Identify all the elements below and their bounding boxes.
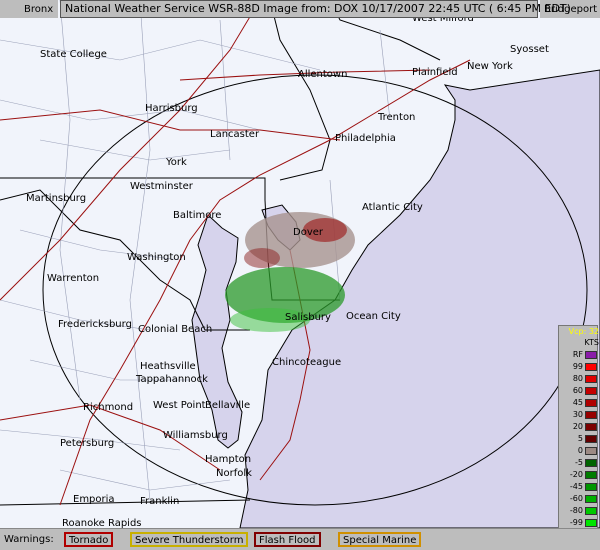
city-label: Bellaville <box>205 400 251 411</box>
city-label: Harrisburg <box>145 103 198 114</box>
radar-map: West Milford Syosset State College Allen… <box>0 0 600 528</box>
state-border-pa-nj <box>269 0 331 181</box>
legend-row: 80 <box>561 374 599 384</box>
city-label: Warrenton <box>47 273 100 284</box>
city-label: Washington <box>127 252 186 263</box>
city-label: Ocean City <box>346 311 401 322</box>
city-label: West Point <box>153 400 206 411</box>
warnings-label: Warnings: <box>4 534 54 545</box>
city-label: Petersburg <box>60 438 115 449</box>
legend-row: 5 <box>561 434 599 444</box>
city-label: State College <box>40 49 107 60</box>
city-label: Roanoke Rapids <box>62 518 142 528</box>
city-label: York <box>166 157 187 168</box>
legend-swatch <box>585 507 597 515</box>
legend-swatch <box>585 363 597 371</box>
city-label: Heathsville <box>140 361 196 372</box>
legend-swatch <box>585 423 597 431</box>
city-label: Richmond <box>83 402 134 413</box>
flash-flood-warning-button[interactable]: Flash Flood <box>254 532 321 547</box>
city-label: Chincoteague <box>272 357 342 368</box>
corner-left: Bronx <box>0 0 58 18</box>
legend-swatch <box>585 459 597 467</box>
legend-row: -60 <box>561 494 599 504</box>
legend-label: 30 <box>572 410 583 419</box>
city-label: Hampton <box>205 454 252 465</box>
warnings-bar: Warnings: Tornado Severe Thunderstorm Fl… <box>0 528 600 550</box>
legend-row: 45 <box>561 398 599 408</box>
legend-row: -20 <box>561 470 599 480</box>
legend-label: 0 <box>577 446 583 455</box>
tornado-warning-button[interactable]: Tornado <box>64 532 114 547</box>
legend-row: 30 <box>561 410 599 420</box>
city-label: Colonial Beach <box>138 324 213 335</box>
legend-swatch <box>585 411 597 419</box>
legend-swatch <box>585 435 597 443</box>
city-label: Allentown <box>298 69 348 80</box>
legend-swatch <box>585 387 597 395</box>
legend-vcp: Vcp: 32 <box>568 327 599 336</box>
city-label: Williamsburg <box>163 430 228 441</box>
legend-row: -99 <box>561 518 599 528</box>
city-label: Norfolk <box>216 468 252 479</box>
city-label: Fredericksburg <box>58 319 132 330</box>
legend-row: -5 <box>561 458 599 468</box>
velocity-legend: Vcp: 32 KTS RF 99 80 60 45 30 20 5 0 -5 -20 -45 -60 -… <box>558 325 599 543</box>
city-label: New York <box>467 61 513 72</box>
legend-swatch <box>585 447 597 455</box>
legend-swatch <box>585 471 597 479</box>
legend-swatch <box>585 399 597 407</box>
legend-row: -80 <box>561 506 599 516</box>
state-border-va-nc <box>0 499 251 506</box>
legend-label: 80 <box>572 374 583 383</box>
legend-label: RF <box>572 350 583 359</box>
city-label: Trenton <box>378 112 416 123</box>
legend-label: 99 <box>572 362 583 371</box>
city-label: Philadelphia <box>335 133 396 144</box>
severe-thunderstorm-warning-button[interactable]: Severe Thunderstorm <box>130 532 249 547</box>
legend-row: 0 <box>561 446 599 456</box>
city-label: Dover <box>293 227 323 238</box>
legend-row: -45 <box>561 482 599 492</box>
radar-title: National Weather Service WSR-88D Image f… <box>60 0 571 18</box>
city-label: Atlantic City <box>362 202 423 213</box>
legend-label: -5 <box>575 458 583 467</box>
city-label: Syosset <box>510 44 549 55</box>
city-label: Plainfield <box>412 67 458 78</box>
city-label: Franklin <box>140 496 180 507</box>
special-marine-warning-button[interactable]: Special Marine <box>338 532 422 547</box>
legend-label: 20 <box>572 422 583 431</box>
city-label: Salisbury <box>285 312 331 323</box>
legend-label: 60 <box>572 386 583 395</box>
legend-label: 45 <box>572 398 583 407</box>
city-label: Tappahannock <box>136 374 208 385</box>
legend-label: -80 <box>569 506 583 515</box>
city-label: Bronx <box>24 4 54 15</box>
city-label: Martinsburg <box>26 193 87 204</box>
legend-label: -60 <box>569 494 583 503</box>
legend-swatch <box>585 375 597 383</box>
legend-row: 99 <box>561 362 599 372</box>
legend-row: 20 <box>561 422 599 432</box>
legend-swatch <box>585 519 597 527</box>
legend-label: -20 <box>569 470 583 479</box>
legend-row: 60 <box>561 386 599 396</box>
legend-label: -45 <box>569 482 583 491</box>
legend-label: -99 <box>569 518 583 527</box>
radar-page: West Milford Syosset State College Allen… <box>0 0 600 550</box>
legend-swatch <box>585 483 597 491</box>
highway-i76 <box>0 109 341 141</box>
legend-swatch <box>585 495 597 503</box>
legend-units: KTS <box>584 338 599 347</box>
city-label: Baltimore <box>173 210 222 221</box>
legend-row: RF <box>561 350 599 360</box>
echo-velocity-outbound-small <box>244 248 280 268</box>
legend-label: 5 <box>577 434 583 443</box>
legend-swatch <box>585 351 597 359</box>
city-label: Emporia <box>73 494 115 505</box>
city-label: Lancaster <box>210 129 260 140</box>
city-label: Westminster <box>130 181 193 192</box>
